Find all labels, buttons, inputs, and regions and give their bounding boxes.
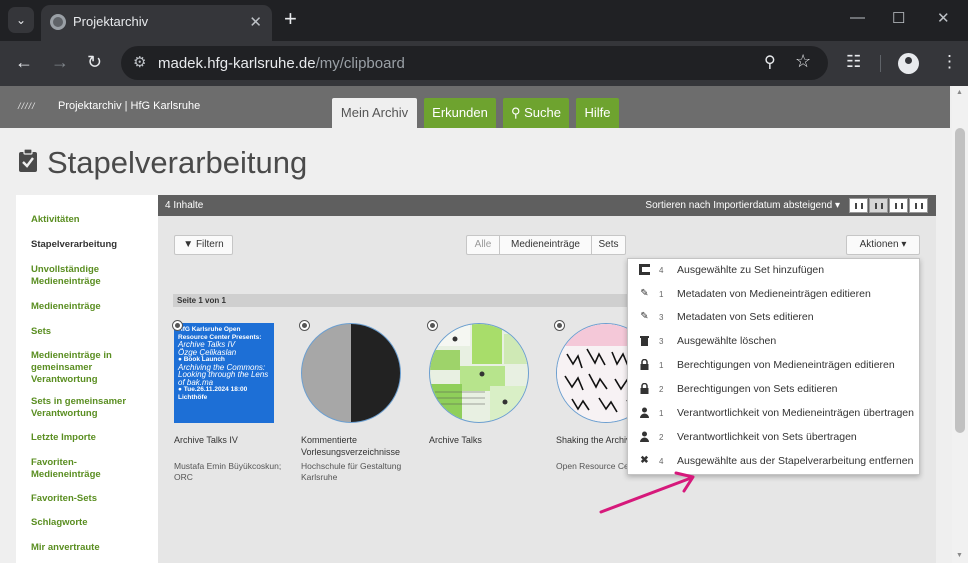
new-tab-plus-icon[interactable]: + <box>284 7 297 31</box>
card-thumbnail-set[interactable] <box>301 323 401 423</box>
annotation-arrow <box>599 471 695 514</box>
public-globe-icon <box>172 320 183 331</box>
view-tiles-icon[interactable] <box>849 198 868 213</box>
address-bar[interactable]: ⚙ madek.hfg-karlsruhe.de/my/clipboard ⚲ … <box>121 46 828 80</box>
sidebar-item-letzte-importe[interactable]: Letzte Importe <box>31 432 151 444</box>
lock-icon <box>640 383 649 394</box>
segment-alle[interactable]: Alle <box>466 235 500 255</box>
sort-dropdown[interactable]: Sortieren nach Importierdatum absteigend… <box>645 200 840 211</box>
menu-item-delete[interactable]: 3 Ausgewählte löschen <box>628 330 920 353</box>
collage-graphic <box>430 324 528 422</box>
sidebar-item-sets-gemeinsam[interactable]: Sets in gemeinsamer Verantwortung <box>31 396 151 420</box>
card-thumbnail-set[interactable] <box>429 323 529 423</box>
public-globe-icon <box>427 320 438 331</box>
filter-button[interactable]: ▼ Filtern <box>174 235 233 255</box>
sidebar-item-sets[interactable]: Sets <box>31 326 151 338</box>
page-scrollbar[interactable]: ▲ ▼ <box>952 86 968 563</box>
sidebar-item-schlagworte[interactable]: Schlagworte <box>31 517 151 529</box>
menu-kebab-icon[interactable]: ⋮ <box>941 52 958 72</box>
trash-icon <box>640 336 649 346</box>
search-icon: ⚲ <box>510 105 521 120</box>
aktionen-menu: 4 Ausgewählte zu Set hinzufügen ✎ 1 Meta… <box>627 258 920 475</box>
aktionen-button[interactable]: Aktionen ▾ <box>846 235 920 255</box>
card-subtitle: Mustafa Emin Büyükcoskun; ORC <box>174 461 282 482</box>
card-thumbnail-poster[interactable]: HfG Karlsruhe Open Resource Center Prese… <box>174 323 274 423</box>
card-title[interactable]: Archive Talks <box>429 434 547 446</box>
add-to-set-icon <box>639 264 650 275</box>
maximize-icon[interactable]: ☐ <box>892 9 905 27</box>
sidebar-item-mir-anvertraute[interactable]: Mir anvertraute <box>31 542 151 554</box>
sidebar-item-stapelverarbeitung[interactable]: Stapelverarbeitung <box>31 239 151 251</box>
site-logo[interactable]: ///// <box>18 101 36 111</box>
url-text[interactable]: madek.hfg-karlsruhe.de/my/clipboard <box>158 55 405 72</box>
scroll-down-arrow-icon[interactable]: ▼ <box>956 552 963 559</box>
item-count: 4 Inhalte <box>165 200 204 211</box>
sidebar-item-unvollstaendige[interactable]: Unvollständige Medieneinträge <box>31 264 151 288</box>
nav-tab-suche-label: Suche <box>524 105 562 120</box>
card-title[interactable]: Shaking the Archive <box>556 434 628 446</box>
sidebar-item-aktivitaeten[interactable]: Aktivitäten <box>31 214 151 226</box>
segment-medieneintraege[interactable]: Medieneinträge <box>499 235 592 255</box>
tab-close-icon[interactable]: ✕ <box>249 13 262 31</box>
sidebar-item-favoriten-sets[interactable]: Favoriten-Sets <box>31 493 151 505</box>
window-close-icon[interactable]: ✕ <box>937 9 950 27</box>
site-header: ///// Projektarchiv | HfG Karlsruhe Mein… <box>0 86 950 128</box>
extensions-puzzle-icon[interactable]: ☷ <box>846 52 861 72</box>
sidebar-item-medieneintraege[interactable]: Medieneinträge <box>31 301 151 313</box>
view-miniature-icon[interactable] <box>909 198 928 213</box>
bookmark-star-icon[interactable]: ☆ <box>795 51 811 72</box>
menu-item-edit-media-permissions[interactable]: 1 Berechtigungen von Medieneinträgen edi… <box>628 354 920 377</box>
site-title[interactable]: Projektarchiv | HfG Karlsruhe <box>58 100 200 112</box>
menu-item-edit-set-permissions[interactable]: 2 Berechtigungen von Sets editieren <box>628 378 920 401</box>
page-indicator: Seite 1 von 1 <box>173 294 643 307</box>
forward-arrow-icon[interactable]: → <box>51 52 69 72</box>
menu-item-edit-set-metadata[interactable]: ✎ 3 Metadaten von Sets editieren <box>628 306 920 329</box>
back-arrow-icon[interactable]: ← <box>15 52 33 72</box>
reload-icon[interactable]: ↻ <box>87 52 102 72</box>
menu-item-edit-media-metadata[interactable]: ✎ 1 Metadaten von Medieneinträgen editie… <box>628 283 920 306</box>
zoom-icon[interactable]: ⚲ <box>764 52 776 72</box>
public-globe-icon <box>554 320 565 331</box>
nav-tab-mein-archiv[interactable]: Mein Archiv <box>332 98 417 128</box>
browser-tab-strip: ⌄ Projektarchiv ✕ + — ☐ ✕ <box>0 0 968 41</box>
sidebar-item-medieneintraege-gemeinsam[interactable]: Medieneinträge in gemeinsamer Verantwort… <box>31 350 126 386</box>
tab-search-chevron-icon[interactable]: ⌄ <box>8 7 34 33</box>
user-icon <box>640 431 649 442</box>
clipboard-check-icon <box>19 149 37 172</box>
lock-icon <box>640 359 649 370</box>
public-globe-icon <box>299 320 310 331</box>
user-icon <box>640 407 649 418</box>
menu-item-transfer-set-responsibility[interactable]: 2 Verantwortlichkeit von Sets übertragen <box>628 426 920 449</box>
card-title[interactable]: Archive Talks IV <box>174 434 292 446</box>
browser-toolbar: ← → ↻ ⚙ madek.hfg-karlsruhe.de/my/clipbo… <box>0 41 968 86</box>
profile-avatar-icon[interactable] <box>898 53 919 74</box>
content-header-bar: 4 Inhalte Sortieren nach Importierdatum … <box>158 195 936 216</box>
scrollbar-thumb[interactable] <box>955 128 965 433</box>
view-list-icon[interactable] <box>889 198 908 213</box>
tab-title: Projektarchiv <box>73 14 149 29</box>
remove-x-icon: ✖ <box>640 455 649 466</box>
nav-tab-hilfe[interactable]: Hilfe <box>576 98 619 128</box>
nav-tab-erkunden[interactable]: Erkunden <box>424 98 496 128</box>
scroll-up-arrow-icon[interactable]: ▲ <box>956 89 963 96</box>
browser-tab[interactable]: Projektarchiv ✕ <box>41 5 272 41</box>
card-subtitle: Hochschule für Gestaltung Karlsruhe <box>301 461 402 482</box>
menu-item-add-to-set[interactable]: 4 Ausgewählte zu Set hinzufügen <box>628 259 920 282</box>
page-title: Stapelverarbeitung <box>47 145 308 180</box>
globe-favicon-icon <box>50 14 66 30</box>
segment-sets[interactable]: Sets <box>591 235 626 255</box>
menu-item-transfer-media-responsibility[interactable]: 1 Verantwortlichkeit von Medieneinträgen… <box>628 402 920 425</box>
pencil-icon: ✎ <box>640 311 649 322</box>
card-title[interactable]: Kommentierte Vorlesungsverzeichnisse <box>301 434 419 458</box>
nav-tab-suche[interactable]: ⚲ Suche <box>503 98 569 128</box>
view-grid-icon[interactable] <box>869 198 888 213</box>
toolbar-divider <box>880 55 881 72</box>
pencil-icon: ✎ <box>640 288 649 299</box>
minimize-icon[interactable]: — <box>850 9 865 26</box>
sidebar-item-favoriten-medieneintraege[interactable]: Favoriten-Medieneinträge <box>31 457 111 481</box>
site-settings-icon[interactable]: ⚙ <box>133 53 146 71</box>
sidebar: Aktivitäten Stapelverarbeitung Unvollstä… <box>16 195 158 563</box>
funnel-icon: ▼ <box>183 239 194 250</box>
